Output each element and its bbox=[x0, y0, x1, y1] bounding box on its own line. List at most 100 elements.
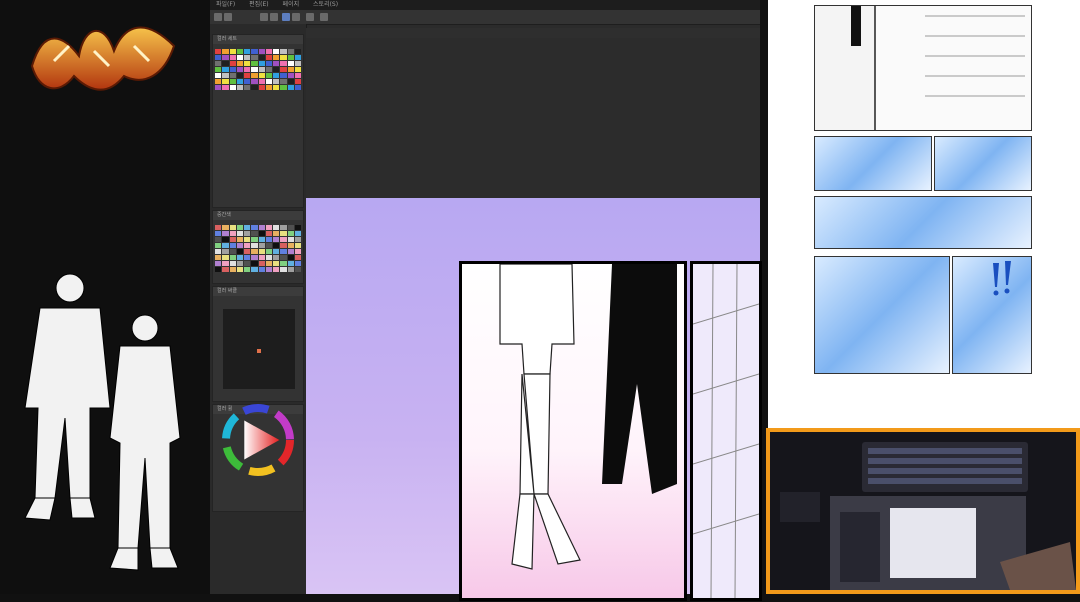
color-swatch[interactable] bbox=[215, 73, 222, 78]
color-swatch[interactable] bbox=[265, 49, 272, 54]
color-swatch[interactable] bbox=[251, 67, 258, 72]
color-swatch[interactable] bbox=[215, 231, 222, 236]
color-swatch[interactable] bbox=[258, 231, 265, 236]
color-swatch[interactable] bbox=[258, 55, 265, 60]
color-swatch[interactable] bbox=[273, 225, 280, 230]
color-swatch[interactable] bbox=[280, 225, 287, 230]
color-swatch[interactable] bbox=[265, 61, 272, 66]
color-swatch[interactable] bbox=[280, 267, 287, 272]
color-swatch[interactable] bbox=[229, 67, 236, 72]
color-swatch[interactable] bbox=[244, 225, 251, 230]
color-swatch[interactable] bbox=[294, 73, 301, 78]
color-swatch[interactable] bbox=[229, 73, 236, 78]
color-swatch[interactable] bbox=[287, 261, 294, 266]
color-swatch[interactable] bbox=[229, 49, 236, 54]
color-swatch[interactable] bbox=[273, 79, 280, 84]
color-swatch[interactable] bbox=[280, 243, 287, 248]
color-swatch[interactable] bbox=[251, 255, 258, 260]
color-swatch[interactable] bbox=[251, 249, 258, 254]
color-swatch[interactable] bbox=[273, 261, 280, 266]
color-swatch[interactable] bbox=[273, 73, 280, 78]
color-swatch[interactable] bbox=[280, 61, 287, 66]
color-swatch[interactable] bbox=[244, 243, 251, 248]
color-swatch[interactable] bbox=[215, 267, 222, 272]
color-swatch[interactable] bbox=[222, 231, 229, 236]
color-swatch[interactable] bbox=[236, 49, 243, 54]
color-swatch[interactable] bbox=[273, 237, 280, 242]
color-swatch[interactable] bbox=[265, 267, 272, 272]
hand-icon[interactable] bbox=[306, 13, 314, 21]
color-swatch[interactable] bbox=[265, 237, 272, 242]
color-swatch[interactable] bbox=[229, 55, 236, 60]
color-swatch[interactable] bbox=[280, 231, 287, 236]
color-swatch[interactable] bbox=[258, 225, 265, 230]
color-swatch[interactable] bbox=[251, 231, 258, 236]
color-swatch[interactable] bbox=[258, 261, 265, 266]
color-swatch[interactable] bbox=[258, 85, 265, 90]
color-swatch[interactable] bbox=[280, 249, 287, 254]
color-swatch[interactable] bbox=[215, 49, 222, 54]
color-swatch[interactable] bbox=[287, 55, 294, 60]
color-swatch[interactable] bbox=[273, 267, 280, 272]
color-swatch[interactable] bbox=[244, 255, 251, 260]
color-swatch[interactable] bbox=[258, 255, 265, 260]
color-swatch[interactable] bbox=[215, 243, 222, 248]
color-swatch[interactable] bbox=[251, 79, 258, 84]
color-swatch[interactable] bbox=[273, 85, 280, 90]
color-swatches-mid[interactable] bbox=[215, 225, 301, 272]
color-swatch[interactable] bbox=[258, 49, 265, 54]
color-swatch[interactable] bbox=[215, 85, 222, 90]
color-swatch[interactable] bbox=[294, 61, 301, 66]
color-swatch[interactable] bbox=[222, 55, 229, 60]
color-swatch[interactable] bbox=[287, 237, 294, 242]
color-swatch[interactable] bbox=[287, 79, 294, 84]
color-swatch[interactable] bbox=[236, 55, 243, 60]
color-swatch[interactable] bbox=[236, 225, 243, 230]
color-map-field[interactable] bbox=[223, 309, 295, 389]
color-swatch[interactable] bbox=[280, 67, 287, 72]
color-swatch[interactable] bbox=[236, 243, 243, 248]
color-swatch[interactable] bbox=[258, 67, 265, 72]
color-swatch[interactable] bbox=[251, 55, 258, 60]
color-swatch[interactable] bbox=[229, 249, 236, 254]
color-swatch[interactable] bbox=[236, 79, 243, 84]
color-swatch[interactable] bbox=[287, 61, 294, 66]
color-swatch[interactable] bbox=[280, 255, 287, 260]
color-swatch[interactable] bbox=[244, 73, 251, 78]
color-swatch[interactable] bbox=[273, 67, 280, 72]
color-swatch[interactable] bbox=[294, 261, 301, 266]
color-swatch[interactable] bbox=[244, 49, 251, 54]
color-swatch[interactable] bbox=[258, 73, 265, 78]
color-swatch[interactable] bbox=[222, 73, 229, 78]
color-swatch[interactable] bbox=[236, 73, 243, 78]
color-swatch[interactable] bbox=[229, 261, 236, 266]
menu-item-page[interactable]: 페이지 bbox=[283, 1, 300, 8]
color-swatch[interactable] bbox=[251, 267, 258, 272]
color-swatch[interactable] bbox=[287, 49, 294, 54]
color-swatch[interactable] bbox=[294, 255, 301, 260]
color-swatch[interactable] bbox=[244, 267, 251, 272]
color-swatch[interactable] bbox=[265, 85, 272, 90]
color-swatch[interactable] bbox=[287, 249, 294, 254]
color-swatch[interactable] bbox=[244, 237, 251, 242]
color-swatch[interactable] bbox=[229, 231, 236, 236]
color-swatch[interactable] bbox=[229, 79, 236, 84]
color-swatch[interactable] bbox=[265, 55, 272, 60]
color-swatch[interactable] bbox=[251, 61, 258, 66]
color-swatch[interactable] bbox=[258, 61, 265, 66]
color-swatch[interactable] bbox=[280, 79, 287, 84]
color-swatch[interactable] bbox=[222, 85, 229, 90]
color-swatch[interactable] bbox=[222, 243, 229, 248]
color-swatch[interactable] bbox=[280, 237, 287, 242]
color-swatch[interactable] bbox=[258, 267, 265, 272]
color-swatch[interactable] bbox=[251, 49, 258, 54]
redo-icon[interactable] bbox=[270, 13, 278, 21]
color-swatch[interactable] bbox=[215, 55, 222, 60]
color-swatch[interactable] bbox=[222, 249, 229, 254]
color-swatch[interactable] bbox=[294, 79, 301, 84]
color-swatch[interactable] bbox=[294, 231, 301, 236]
color-swatch[interactable] bbox=[222, 49, 229, 54]
color-swatch[interactable] bbox=[273, 243, 280, 248]
color-swatch[interactable] bbox=[244, 261, 251, 266]
color-swatches-top[interactable] bbox=[215, 49, 301, 90]
